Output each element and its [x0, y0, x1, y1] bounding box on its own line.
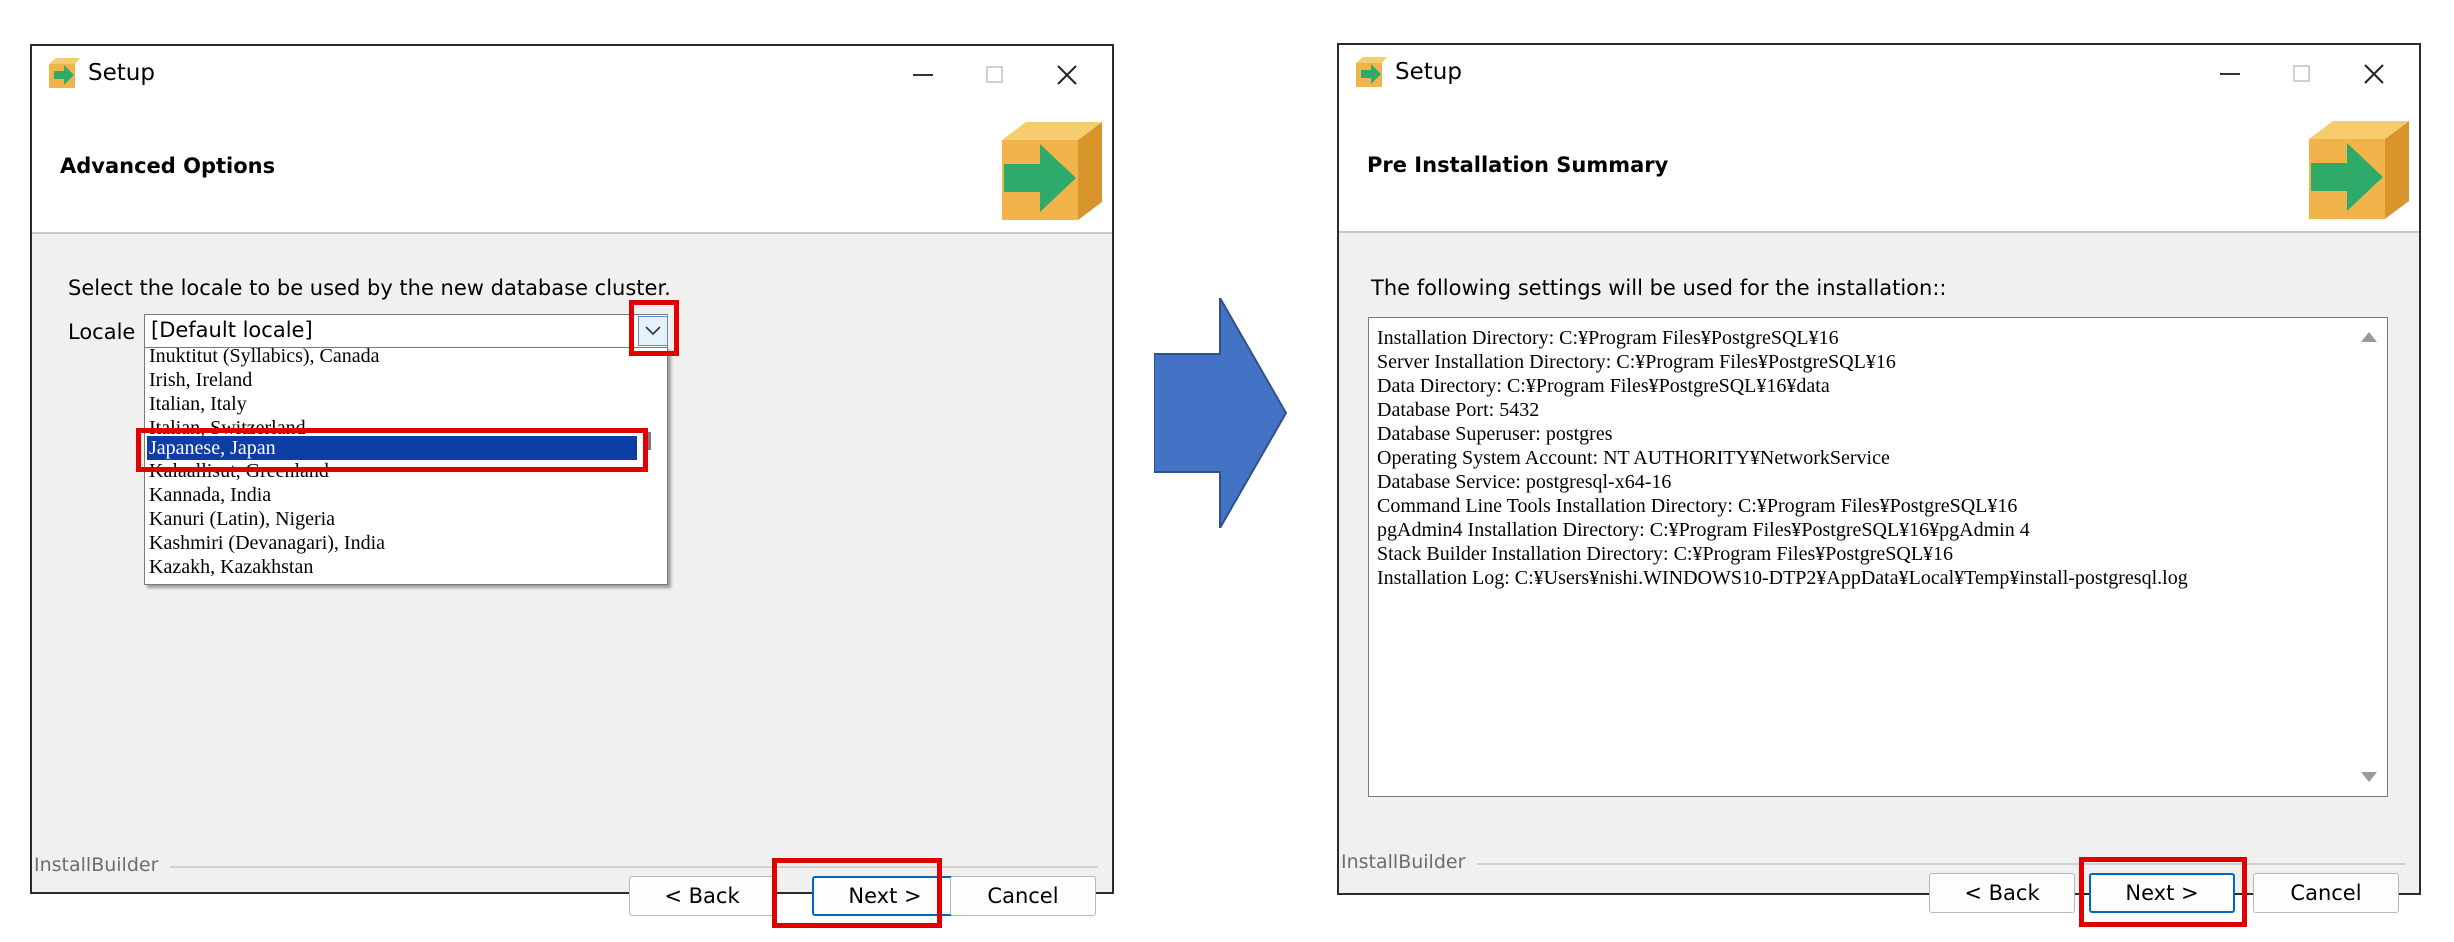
- summary-intro: The following settings will be used for …: [1371, 276, 1947, 300]
- summary-line: pgAdmin4 Installation Directory: C:¥Prog…: [1377, 519, 2030, 541]
- minimize-icon: [913, 74, 933, 76]
- transition-arrow: [1154, 298, 1288, 528]
- installer-box-logo: [2309, 121, 2409, 219]
- page-body: Select the locale to be used by the new …: [32, 234, 1112, 928]
- installbuilder-label: InstallBuilder: [34, 854, 171, 876]
- locale-label: Locale: [68, 320, 136, 344]
- list-item[interactable]: Inuktitut (Syllabics), Canada: [149, 348, 380, 368]
- page-title: Pre Installation Summary: [1367, 153, 1669, 177]
- maximize-button[interactable]: [964, 52, 1026, 98]
- summary-line: Operating System Account: NT AUTHORITY¥N…: [1377, 447, 1890, 469]
- summary-line: Database Port: 5432: [1377, 399, 1540, 421]
- summary-line: Database Service: postgresql-x64-16: [1377, 471, 1672, 493]
- close-icon: [2364, 64, 2384, 84]
- close-button[interactable]: [2343, 51, 2405, 97]
- page-title: Advanced Options: [60, 154, 276, 178]
- window-title: Setup: [88, 60, 155, 86]
- summary-line: Command Line Tools Installation Director…: [1377, 495, 2018, 517]
- close-button[interactable]: [1036, 52, 1098, 98]
- summary-textbox[interactable]: Installation Directory: C:¥Program Files…: [1368, 317, 2388, 797]
- cancel-button[interactable]: Cancel: [2253, 873, 2399, 913]
- installer-app-icon: [1356, 57, 1387, 87]
- summary-line: Stack Builder Installation Directory: C:…: [1377, 543, 1954, 565]
- summary-line: Database Superuser: postgres: [1377, 423, 1613, 445]
- page-body: The following settings will be used for …: [1339, 233, 2419, 927]
- list-item[interactable]: Kashmiri (Devanagari), India: [149, 531, 385, 555]
- window-title: Setup: [1395, 59, 1462, 85]
- maximize-icon: [986, 66, 1003, 83]
- minimize-button[interactable]: [2199, 51, 2261, 97]
- cancel-button[interactable]: Cancel: [950, 876, 1096, 916]
- highlight-box-next-button: [2079, 857, 2247, 927]
- installbuilder-label: InstallBuilder: [1341, 851, 1478, 873]
- summary-line: Data Directory: C:¥Program Files¥Postgre…: [1377, 375, 1830, 397]
- list-item[interactable]: Kannada, India: [149, 483, 271, 507]
- list-item[interactable]: Italian, Italy: [149, 392, 247, 416]
- page-header: Pre Installation Summary: [1339, 103, 2419, 233]
- back-button[interactable]: < Back: [629, 876, 775, 916]
- scroll-up-arrow-icon[interactable]: [2361, 332, 2377, 342]
- minimize-icon: [2220, 73, 2240, 75]
- list-item[interactable]: Kanuri (Latin), Nigeria: [149, 507, 335, 531]
- page-header: Advanced Options: [32, 104, 1112, 234]
- highlight-box-next-button: [772, 858, 942, 928]
- minimize-button[interactable]: [892, 52, 954, 98]
- highlight-box-japanese-option: [136, 428, 648, 472]
- scroll-down-arrow-icon[interactable]: [2361, 772, 2377, 782]
- installer-app-icon: [49, 58, 80, 88]
- highlight-box-dropdown-button: [629, 300, 679, 356]
- summary-line: Installation Log: C:¥Users¥nishi.WINDOWS…: [1377, 567, 2188, 589]
- list-item[interactable]: Kazakh, Kazakhstan: [149, 555, 313, 579]
- back-button[interactable]: < Back: [1929, 873, 2075, 913]
- title-bar: Setup: [1339, 45, 2419, 103]
- locale-combobox-value: [Default locale]: [151, 318, 313, 342]
- summary-line: Server Installation Directory: C:¥Progra…: [1377, 351, 1896, 373]
- setup-window-pre-installation-summary: Setup Pre Installation Summary The follo…: [1337, 43, 2421, 927]
- close-icon: [1057, 65, 1077, 85]
- maximize-button[interactable]: [2271, 51, 2333, 97]
- locale-combobox[interactable]: [Default locale]: [144, 314, 668, 348]
- installer-box-logo: [1002, 122, 1102, 220]
- dropdown-scrollbar-thumb[interactable]: [648, 432, 651, 450]
- setup-window-advanced-options: Setup Advanced Options Select the locale…: [30, 44, 1114, 928]
- title-bar: Setup: [32, 46, 1112, 104]
- summary-line: Installation Directory: C:¥Program Files…: [1377, 327, 1839, 349]
- locale-prompt: Select the locale to be used by the new …: [68, 276, 671, 300]
- maximize-icon: [2293, 65, 2310, 82]
- list-item[interactable]: Irish, Ireland: [149, 368, 252, 392]
